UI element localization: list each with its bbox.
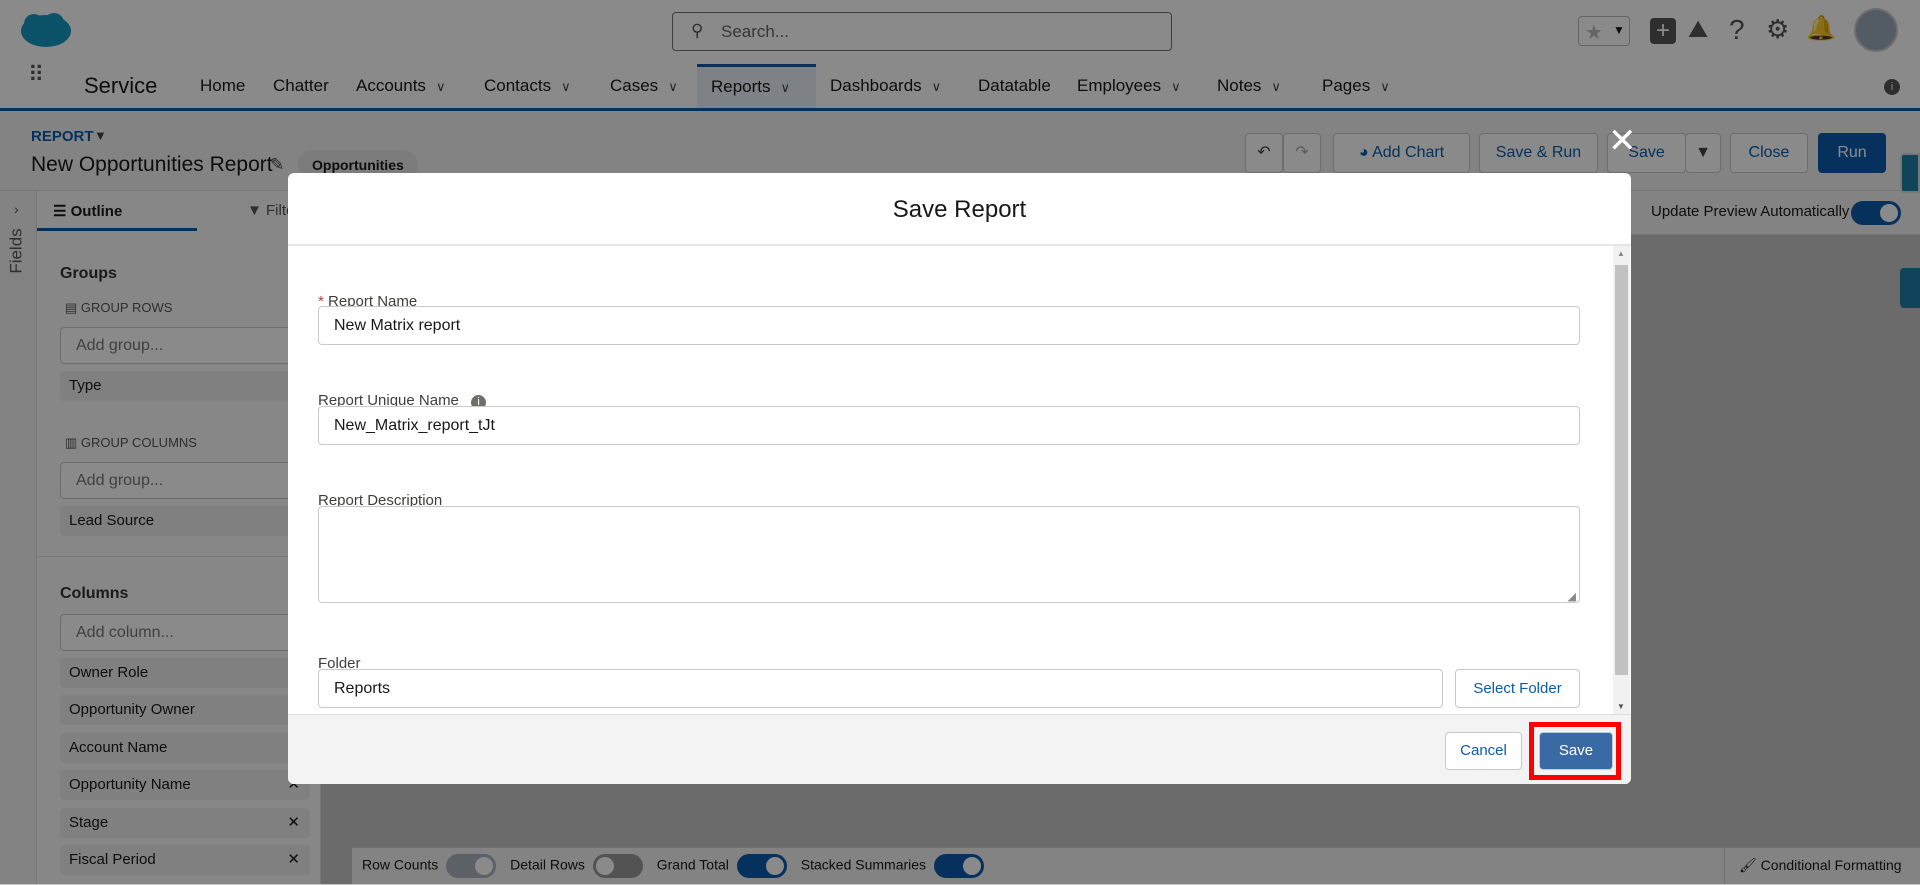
input-value: Reports (334, 680, 391, 697)
save-report-button[interactable]: Save (1539, 732, 1613, 770)
scroll-up-icon[interactable]: ▲ (1617, 249, 1625, 258)
input-value: New Matrix report (334, 317, 461, 334)
cancel-button[interactable]: Cancel (1445, 732, 1522, 770)
dialog-body: * Report Name New Matrix report Report U… (288, 246, 1631, 714)
scrollbar-thumb[interactable] (1615, 265, 1628, 675)
unique-name-input[interactable]: New_Matrix_report_tJt (318, 406, 1580, 445)
button-label: Select Folder (1473, 680, 1562, 697)
report-name-input[interactable]: New Matrix report (318, 306, 1580, 345)
button-label: Cancel (1460, 742, 1507, 759)
select-folder-button[interactable]: Select Folder (1455, 669, 1580, 708)
input-value: New_Matrix_report_tJt (334, 417, 495, 434)
folder-input[interactable]: Reports (318, 669, 1443, 708)
scroll-down-icon[interactable]: ▼ (1617, 702, 1625, 711)
dialog-scrollbar[interactable]: ▲ ▼ (1613, 246, 1630, 714)
resize-handle-icon[interactable]: ◢ (1568, 579, 1576, 616)
button-label: Save (1558, 742, 1594, 759)
description-textarea[interactable]: ◢ (318, 506, 1580, 603)
save-report-dialog: Save Report * Report Name New Matrix rep… (288, 173, 1631, 784)
close-modal-icon[interactable]: ✕ (1608, 124, 1637, 158)
dialog-title: Save Report (288, 173, 1631, 246)
dialog-footer: Cancel Save (288, 714, 1631, 784)
